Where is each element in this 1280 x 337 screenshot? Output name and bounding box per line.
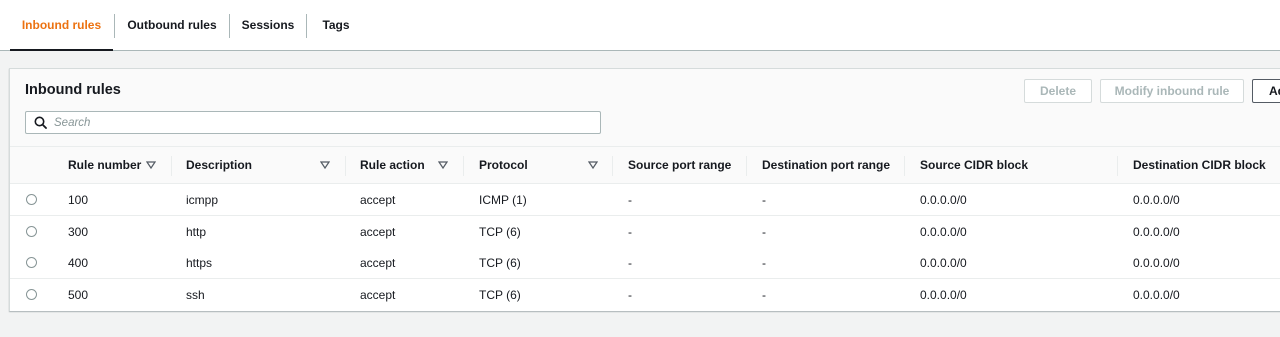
column-header-rule-action[interactable]: Rule action <box>360 147 425 183</box>
cell-source-cidr: 0.0.0.0/0 <box>920 192 967 207</box>
tab-sessions[interactable]: Sessions <box>230 0 306 50</box>
sort-icon[interactable] <box>320 160 330 170</box>
column-separator <box>463 156 464 176</box>
table-row[interactable]: 300 http accept TCP (6) - - 0.0.0.0/0 0.… <box>10 216 1280 248</box>
row-select-radio[interactable] <box>26 226 37 237</box>
cell-source-cidr: 0.0.0.0/0 <box>920 224 967 239</box>
sort-icon[interactable] <box>438 160 448 170</box>
table-row[interactable]: 500 ssh accept TCP (6) - - 0.0.0.0/0 0.0… <box>10 279 1280 311</box>
table-row[interactable]: 100 icmpp accept ICMP (1) - - 0.0.0.0/0 … <box>10 184 1280 216</box>
cell-source-port-range: - <box>628 255 632 270</box>
cell-destination-cidr: 0.0.0.0/0 <box>1133 224 1180 239</box>
tab-outbound-rules[interactable]: Outbound rules <box>115 0 229 50</box>
column-separator <box>1117 156 1118 176</box>
cell-destination-cidr: 0.0.0.0/0 <box>1133 255 1180 270</box>
sort-icon[interactable] <box>146 160 156 170</box>
cell-protocol: TCP (6) <box>479 255 521 270</box>
cell-rule-number: 100 <box>68 192 89 207</box>
add-button[interactable]: Ad <box>1252 79 1280 103</box>
column-header-destination-port-range: Destination port range <box>762 158 891 172</box>
cell-protocol: ICMP (1) <box>479 192 527 207</box>
tab-inbound-rules[interactable]: Inbound rules <box>10 0 113 51</box>
cell-source-port-range: - <box>628 192 632 207</box>
table-header: Rule number Description Rule action Prot… <box>10 147 1280 184</box>
sort-icon[interactable] <box>588 160 598 170</box>
cell-source-port-range: - <box>628 287 632 302</box>
column-header-destination-cidr-block: Destination CIDR block <box>1133 158 1266 172</box>
cell-rule-action: accept <box>360 255 396 270</box>
column-header-protocol[interactable]: Protocol <box>479 147 528 183</box>
search-icon <box>26 112 54 133</box>
cell-source-cidr: 0.0.0.0/0 <box>920 287 967 302</box>
tabs-bar: Inbound rules Outbound rules Sessions Ta… <box>0 0 1280 51</box>
cell-destination-cidr: 0.0.0.0/0 <box>1133 287 1180 302</box>
panel-title: Inbound rules <box>25 82 121 98</box>
search-field[interactable] <box>25 111 601 134</box>
cell-rule-action: accept <box>360 287 396 302</box>
cell-protocol: TCP (6) <box>479 287 521 302</box>
cell-source-cidr: 0.0.0.0/0 <box>920 255 967 270</box>
table-row[interactable]: 400 https accept TCP (6) - - 0.0.0.0/0 0… <box>10 247 1280 279</box>
search-input[interactable] <box>54 113 584 132</box>
cell-destination-port-range: - <box>762 255 766 270</box>
column-header-description[interactable]: Description <box>186 147 252 183</box>
column-separator <box>171 156 172 176</box>
panel-header: Inbound rules Delete Modify inbound rule… <box>10 69 1280 147</box>
column-header-source-cidr-block: Source CIDR block <box>920 158 1029 172</box>
cell-rule-action: accept <box>360 224 396 239</box>
row-select-radio[interactable] <box>26 289 37 300</box>
cell-rule-action: accept <box>360 192 396 207</box>
cell-protocol: TCP (6) <box>479 224 521 239</box>
column-header-rule-number[interactable]: Rule number <box>68 147 141 183</box>
cell-description: http <box>186 224 207 239</box>
modify-inbound-rule-button[interactable]: Modify inbound rule <box>1100 79 1244 103</box>
column-separator <box>345 156 346 176</box>
row-select-radio[interactable] <box>26 257 37 268</box>
cell-source-port-range: - <box>628 224 632 239</box>
cell-rule-number: 300 <box>68 224 89 239</box>
column-separator <box>746 156 747 176</box>
row-select-radio[interactable] <box>26 194 37 205</box>
column-header-source-port-range: Source port range <box>628 158 732 172</box>
cell-destination-cidr: 0.0.0.0/0 <box>1133 192 1180 207</box>
inbound-rules-panel: Inbound rules Delete Modify inbound rule… <box>9 68 1280 311</box>
cell-rule-number: 500 <box>68 287 89 302</box>
cell-description: icmpp <box>186 192 219 207</box>
cell-destination-port-range: - <box>762 192 766 207</box>
column-separator <box>904 156 905 176</box>
cell-destination-port-range: - <box>762 224 766 239</box>
delete-button[interactable]: Delete <box>1024 79 1092 103</box>
cell-description: https <box>186 255 213 270</box>
cell-destination-port-range: - <box>762 287 766 302</box>
column-separator <box>612 156 613 176</box>
cell-rule-number: 400 <box>68 255 89 270</box>
tab-tags[interactable]: Tags <box>307 0 365 50</box>
cell-description: ssh <box>186 287 205 302</box>
